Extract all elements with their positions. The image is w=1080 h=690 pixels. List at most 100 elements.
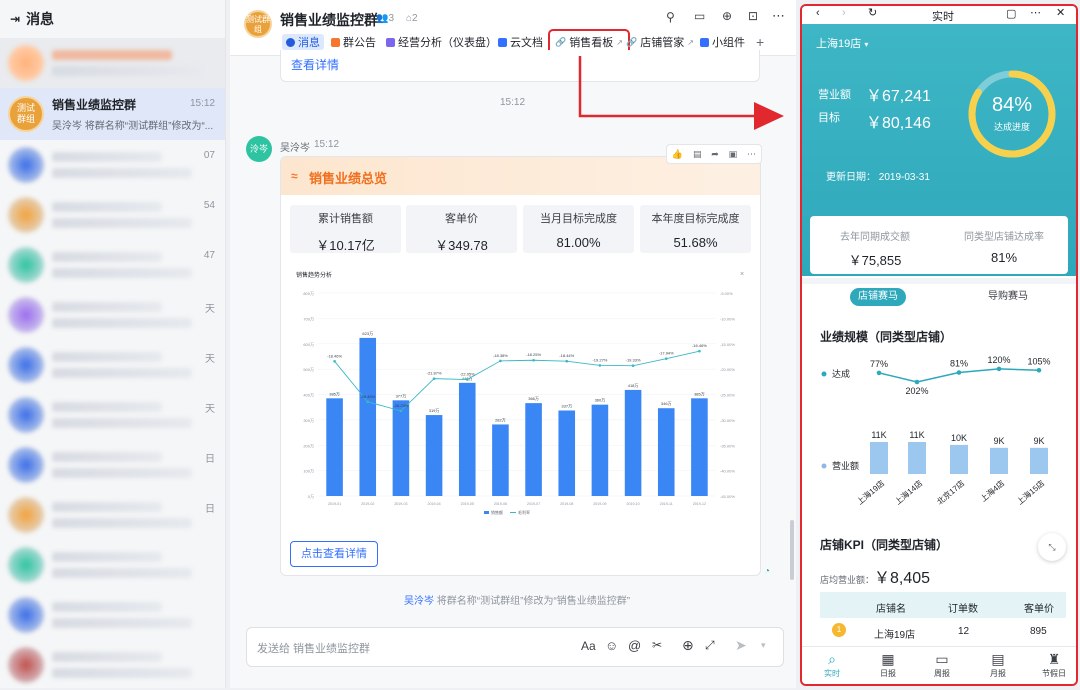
bot-count[interactable]: ⌂2 (406, 13, 418, 24)
table-row[interactable]: 1 上海19店 12 895 (820, 620, 1066, 644)
font-format-icon[interactable]: Aa (581, 639, 596, 653)
mention-icon[interactable]: @ (628, 638, 641, 653)
store-selector[interactable]: 上海19店 ▾ (816, 35, 868, 51)
pin-icon[interactable]: ▣ (729, 149, 738, 160)
conversation-item-selected[interactable]: 测试群组 销售业绩监控群 吴泠岑 将群名称“测试群组”修改为“... 15:12 (0, 88, 225, 140)
revenue-bar (870, 442, 888, 474)
avatar (8, 297, 44, 333)
list-item[interactable]: 日 (0, 440, 225, 490)
list-item[interactable] (0, 38, 225, 88)
add-member-icon[interactable]: ⊕ (722, 9, 732, 23)
member-count[interactable]: 👥3 (376, 13, 394, 24)
video-icon[interactable]: ▭ (694, 9, 705, 23)
chart-background (288, 263, 750, 527)
list-item[interactable]: 47 (0, 240, 225, 290)
search-icon[interactable]: ⚲ (666, 10, 675, 24)
bottom-tab-realtime[interactable]: ⌕ 实时 (812, 651, 852, 679)
more-icon[interactable]: ⋯ (1030, 6, 1041, 19)
tab-messages[interactable]: 消息 (282, 34, 324, 50)
list-item[interactable]: 天 (0, 340, 225, 390)
y-tick-label: 100万 (303, 469, 314, 474)
y2-tick-label: -40.00% (720, 469, 735, 474)
tab-business-analysis[interactable]: 经营分析（仪表盘） (386, 34, 497, 50)
add-tab-button[interactable]: + (756, 34, 764, 50)
conversation-time: 天 (205, 354, 215, 365)
bottom-tab-daily[interactable]: ▦ 日报 (868, 651, 908, 679)
forward-icon[interactable]: ➦ (711, 149, 719, 160)
line-label: -18.38% (493, 353, 508, 358)
revenue-bar-label: 11K (909, 430, 924, 440)
message-input-box[interactable]: 发送给 销售业绩监控群 Aa ☺ @ ✂ ⊕ ⤢ ➤ ▾ (246, 627, 784, 667)
refresh-icon[interactable]: ↻ (868, 6, 877, 19)
list-item[interactable]: 日 (0, 490, 225, 540)
scrollbar[interactable] (790, 520, 794, 580)
table-header-orders: 订单数 (948, 604, 978, 615)
view-details-button[interactable]: 点击查看详情 (290, 541, 378, 567)
send-icon[interactable]: ➤ (735, 637, 747, 654)
expand-icon[interactable]: ⤢ (705, 638, 715, 653)
line-point (366, 400, 370, 404)
collapse-button[interactable]: ⤡ (1038, 533, 1066, 561)
x-tick-label: 2019-11 (660, 502, 673, 506)
revenue-bar (1030, 447, 1048, 474)
tab-widgets[interactable]: 小组件 (700, 34, 745, 50)
table-cell-price: 895 (1030, 626, 1047, 637)
add-icon[interactable]: ⊕ (682, 637, 694, 654)
reach-point (876, 370, 882, 376)
peer-rate-value: 81% (990, 250, 1018, 265)
tab-announcement[interactable]: 群公告 (331, 34, 376, 50)
list-item[interactable] (0, 540, 225, 590)
realtime-icon: ⌕ (828, 651, 836, 667)
bar (326, 398, 343, 496)
reach-value-label: 81% (950, 359, 968, 369)
line-label: -16.46% (692, 343, 707, 348)
bottom-tab-monthly[interactable]: ▤ 月报 (978, 651, 1018, 679)
forward-icon[interactable]: › (842, 7, 846, 19)
screenshot-icon[interactable]: ✂ (652, 638, 662, 652)
bar (657, 408, 675, 496)
chevron-down-icon: ▾ (864, 40, 869, 49)
more-icon[interactable]: ⋯ (772, 8, 785, 24)
list-item[interactable] (0, 590, 225, 640)
sales-board-panel: ‹ › ↻ 实时 ▢ ⋯ ✕ 上海19店 ▾ 营业额 ￥67,241 目标 ￥8… (800, 4, 1078, 686)
tab-store-race[interactable]: 店铺赛马 (850, 288, 906, 306)
comment-icon[interactable]: ▢ (1006, 7, 1016, 20)
list-item[interactable]: 天 (0, 390, 225, 440)
bottom-tab-weekly[interactable]: ▭ 周报 (922, 651, 962, 679)
close-icon[interactable]: ✕ (1056, 6, 1065, 19)
like-icon[interactable]: 👍 (672, 149, 683, 160)
tab-guide-race[interactable]: 导购赛马 (988, 288, 1028, 306)
send-options-icon[interactable]: ▾ (761, 640, 766, 651)
annotation-arrow (578, 56, 784, 130)
conversation-time: 15:12 (189, 98, 215, 109)
bottom-tab-bar: ⌕ 实时 ▦ 日报 ▭ 周报 ▤ 月报 ♜ 节假日 (802, 646, 1076, 684)
bottom-tab-holiday[interactable]: ♜ 节假日 (1034, 651, 1074, 679)
list-item[interactable]: 天 (0, 290, 225, 340)
sidebar-toggle-icon[interactable]: ⇥ (10, 12, 20, 26)
line-label: -28.23% (393, 403, 408, 408)
list-item[interactable] (0, 640, 225, 690)
y-tick-label: 0万 (308, 494, 314, 499)
y2-tick-label: -35.00% (720, 443, 735, 448)
bar-label: 377万 (396, 393, 407, 398)
close-icon[interactable]: × (740, 271, 744, 278)
view-details-link[interactable]: 查看详情 (291, 56, 339, 73)
more-icon[interactable]: ⋯ (747, 149, 756, 160)
conversation-time: 日 (205, 454, 215, 465)
bar (425, 415, 443, 496)
line-label: -18.44% (559, 353, 574, 358)
holiday-icon: ♜ (1047, 651, 1061, 667)
emoji-icon[interactable]: ☺ (605, 638, 618, 653)
back-icon[interactable]: ‹ (816, 7, 820, 19)
list-item[interactable]: 07 (0, 140, 225, 190)
list-item[interactable]: 54 (0, 190, 225, 240)
scroll-indicator-icon[interactable]: ◔ (764, 566, 770, 577)
tab-cloud-docs[interactable]: 云文档 (498, 34, 543, 50)
reply-icon[interactable]: ▤ (693, 149, 702, 160)
tab-store-manager[interactable]: 🔗 店铺管家 ↗ (626, 34, 694, 50)
chat-title: 销售业绩监控群 (280, 12, 378, 28)
bar-label: 337万 (561, 403, 572, 408)
share-icon[interactable]: ⊡ (748, 9, 758, 23)
avatar (8, 397, 44, 433)
monthly-chart-icon: ▤ (991, 651, 1005, 667)
